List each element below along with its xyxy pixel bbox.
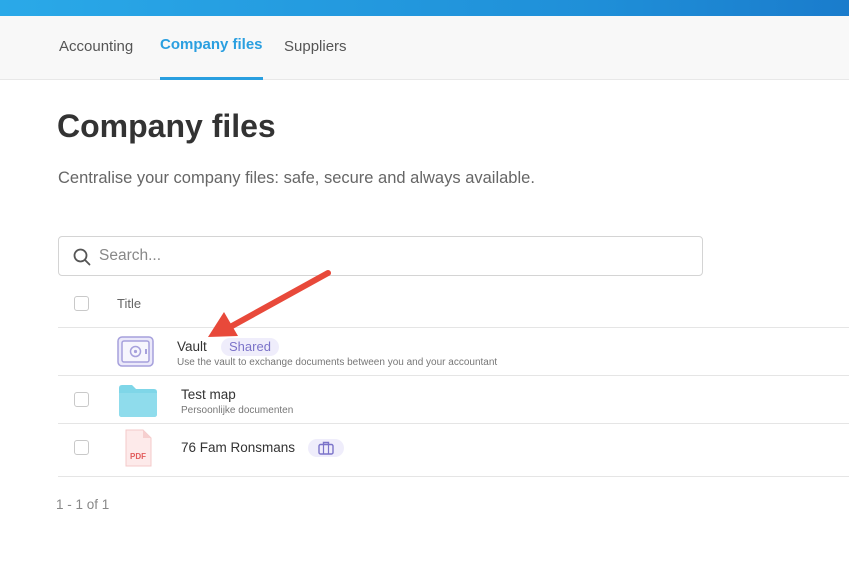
tab-company-files[interactable]: Company files xyxy=(160,16,263,80)
row-checkbox[interactable] xyxy=(74,440,89,455)
tab-suppliers[interactable]: Suppliers xyxy=(284,16,347,80)
row-title: Test map xyxy=(181,387,236,402)
folder-icon xyxy=(119,385,157,417)
vault-icon xyxy=(117,336,154,367)
briefcase-icon xyxy=(318,441,334,455)
row-title: 76 Fam Ronsmans xyxy=(181,440,296,455)
pdf-icon: PDF xyxy=(124,429,152,467)
pagination-info: 1 - 1 of 1 xyxy=(56,497,110,512)
top-accent-bar xyxy=(0,0,849,16)
row-divider xyxy=(58,423,849,424)
select-all-checkbox[interactable] xyxy=(74,296,89,311)
tab-bar: Accounting Company files Suppliers xyxy=(0,16,849,80)
row-subtitle: Persoonlijke documenten xyxy=(181,405,294,416)
pdf-label: PDF xyxy=(130,452,146,461)
annotation-arrow-icon xyxy=(208,270,331,337)
row-divider xyxy=(58,375,849,376)
search-box xyxy=(58,236,703,276)
search-input[interactable] xyxy=(99,245,689,267)
column-header-title: Title xyxy=(117,296,142,311)
page-title: Company files xyxy=(57,108,276,144)
row-checkbox[interactable] xyxy=(74,392,89,407)
page-description: Centralise your company files: safe, sec… xyxy=(58,169,535,187)
search-icon xyxy=(73,248,91,266)
row-subtitle: Use the vault to exchange documents betw… xyxy=(177,357,498,368)
row-divider xyxy=(58,476,849,477)
briefcase-badge xyxy=(308,439,344,457)
tab-accounting[interactable]: Accounting xyxy=(59,16,133,80)
row-divider xyxy=(58,327,849,328)
